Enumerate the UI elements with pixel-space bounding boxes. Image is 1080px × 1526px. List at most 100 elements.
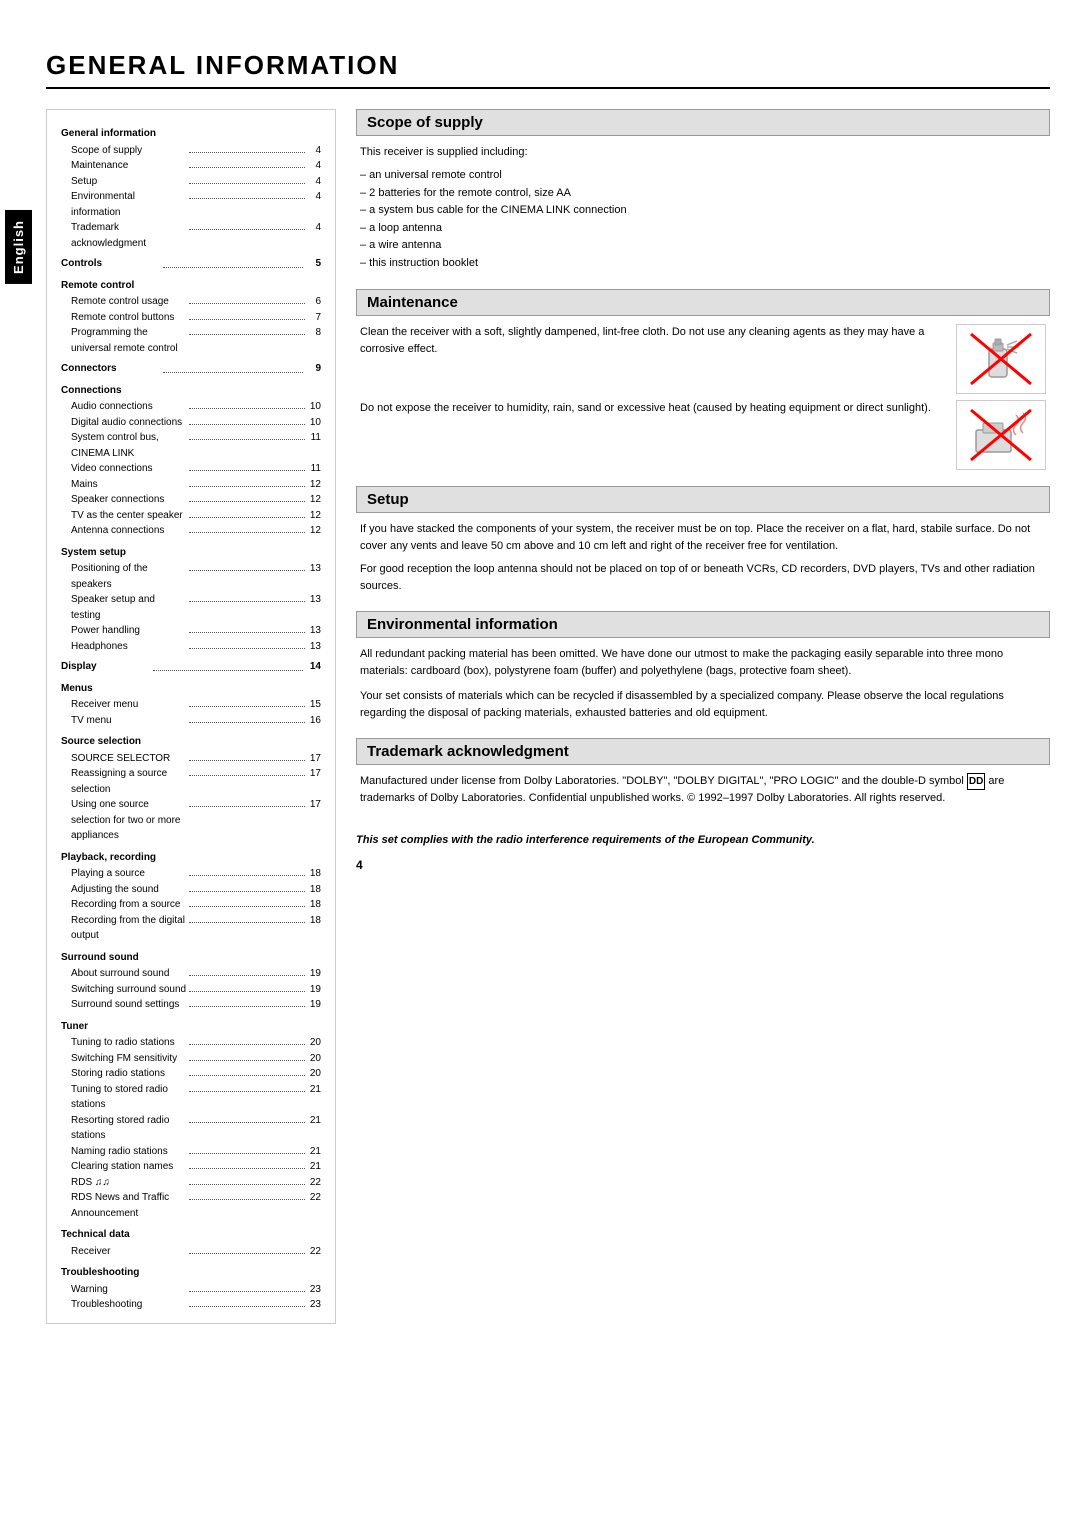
trademark-body: Manufactured under license from Dolby La… (356, 773, 1050, 808)
maintenance-body: Clean the receiver with a soft, slightly… (356, 324, 1050, 470)
page-number: 4 (356, 858, 1050, 872)
toc-entry: Switching surround sound 19 (61, 982, 321, 998)
list-item: – a system bus cable for the CINEMA LINK… (360, 202, 1046, 220)
toc-entry: Headphones 13 (61, 639, 321, 655)
toc-header-systemsetup: System setup (61, 545, 321, 561)
toc-entry: Using one source selection for two or mo… (61, 797, 321, 844)
env-p2: Your set consists of materials which can… (360, 688, 1046, 722)
toc-entry: Power handling 13 (61, 623, 321, 639)
toc-entry: Surround sound settings 19 (61, 997, 321, 1013)
toc-entry: Tuning to radio stations 20 (61, 1035, 321, 1051)
environmental-section: Environmental information All redundant … (356, 611, 1050, 722)
toc-header-technical: Technical data (61, 1227, 321, 1243)
main-content: GENERAL INFORMATION General information … (36, 30, 1080, 1496)
maintenance-inner: Clean the receiver with a soft, slightly… (360, 324, 1046, 394)
toc-entry: Mains 12 (61, 477, 321, 493)
language-label: English (5, 210, 32, 284)
maintenance-p1: Clean the receiver with a soft, slightly… (360, 324, 946, 358)
toc-entry: Recording from a source 18 (61, 897, 321, 913)
toc-entry: RDS News and Traffic Announcement 22 (61, 1190, 321, 1221)
toc-entry: Naming radio stations 21 (61, 1144, 321, 1160)
toc-entry: Positioning of the speakers 13 (61, 561, 321, 592)
toc-entry: Speaker connections 12 (61, 492, 321, 508)
toc-entry: Troubleshooting 23 (61, 1297, 321, 1313)
toc-header-source: Source selection (61, 734, 321, 750)
toc-entry: Scope of supply 4 (61, 143, 321, 159)
toc-entry: Setup 4 (61, 174, 321, 190)
toc-entry: RDS ♫♫ 22 (61, 1175, 321, 1191)
toc-header-remote: Remote control (61, 278, 321, 294)
toc-entry: Warning 23 (61, 1282, 321, 1298)
toc-entry: Antenna connections 12 (61, 523, 321, 539)
toc-main-connectors: Connectors 9 (61, 361, 321, 377)
toc-entry: Resorting stored radio stations 21 (61, 1113, 321, 1144)
toc-entry: Storing radio stations 20 (61, 1066, 321, 1082)
toc-entry: Maintenance 4 (61, 158, 321, 174)
toc-entry: TV menu 16 (61, 713, 321, 729)
toc-header-general: General information (61, 126, 321, 142)
scope-body: This receiver is supplied including: – a… (356, 144, 1050, 273)
setup-title: Setup (356, 486, 1050, 513)
setup-p1: If you have stacked the components of yo… (360, 521, 1046, 555)
toc-entry: Reassigning a source selection 17 (61, 766, 321, 797)
footer-text: This set complies with the radio interfe… (356, 832, 1050, 849)
toc-main-display: Display 14 (61, 659, 321, 675)
toc-entry: Environmental information 4 (61, 189, 321, 220)
maintenance-section: Maintenance Clean the receiver with a so… (356, 289, 1050, 470)
maintenance-p2: Do not expose the receiver to humidity, … (360, 400, 946, 417)
toc-entry: Trademark acknowledgment 4 (61, 220, 321, 251)
toc-entry: Tuning to stored radio stations 21 (61, 1082, 321, 1113)
maintenance-row2: Do not expose the receiver to humidity, … (360, 400, 1046, 470)
list-item: – an universal remote control (360, 167, 1046, 185)
maintenance-images (956, 324, 1046, 394)
list-item: – 2 batteries for the remote control, si… (360, 185, 1046, 203)
setup-section: Setup If you have stacked the components… (356, 486, 1050, 595)
no-heat-illustration (956, 400, 1046, 470)
toc-entry: Speaker setup and testing 13 (61, 592, 321, 623)
toc-entry: About surround sound 19 (61, 966, 321, 982)
no-cleaning-svg (961, 329, 1041, 389)
environmental-title: Environmental information (356, 611, 1050, 638)
maintenance-title: Maintenance (356, 289, 1050, 316)
trademark-title: Trademark acknowledgment (356, 738, 1050, 765)
two-col-layout: General information Scope of supply 4 Ma… (46, 109, 1050, 1324)
toc-entry: Adjusting the sound 18 (61, 882, 321, 898)
table-of-contents: General information Scope of supply 4 Ma… (46, 109, 336, 1324)
list-item: – a loop antenna (360, 220, 1046, 238)
toc-entry: Receiver 22 (61, 1244, 321, 1260)
toc-entry: Remote control buttons 7 (61, 310, 321, 326)
toc-entry: Clearing station names 21 (61, 1159, 321, 1175)
no-heat-svg (961, 405, 1041, 465)
toc-header-troubleshooting: Troubleshooting (61, 1265, 321, 1281)
toc-main-controls: Controls 5 (61, 256, 321, 272)
right-column: Scope of supply This receiver is supplie… (356, 109, 1050, 1324)
toc-entry: SOURCE SELECTOR 17 (61, 751, 321, 767)
side-tab: English (0, 30, 36, 1496)
toc-entry: Recording from the digital output 18 (61, 913, 321, 944)
scope-section: Scope of supply This receiver is supplie… (356, 109, 1050, 273)
env-p1: All redundant packing material has been … (360, 646, 1046, 680)
toc-entry: TV as the center speaker 12 (61, 508, 321, 524)
toc-entry: System control bus, CINEMA LINK 11 (61, 430, 321, 461)
list-item: – this instruction booklet (360, 255, 1046, 273)
page-title: GENERAL INFORMATION (46, 50, 1050, 89)
toc-entry: Video connections 11 (61, 461, 321, 477)
trademark-p1: Manufactured under license from Dolby La… (360, 773, 1046, 808)
no-cleaning-illustration (956, 324, 1046, 394)
maintenance-text: Clean the receiver with a soft, slightly… (360, 324, 946, 364)
toc-header-playback: Playback, recording (61, 850, 321, 866)
trademark-section: Trademark acknowledgment Manufactured un… (356, 738, 1050, 808)
setup-body: If you have stacked the components of yo… (356, 521, 1050, 595)
toc-entry: Remote control usage 6 (61, 294, 321, 310)
footer-compliance: This set complies with the radio interfe… (356, 832, 1050, 849)
toc-entry: Digital audio connections 10 (61, 415, 321, 431)
list-item: – a wire antenna (360, 237, 1046, 255)
scope-intro: This receiver is supplied including: (360, 144, 1046, 161)
toc-header-surround: Surround sound (61, 950, 321, 966)
toc-header-connections: Connections (61, 383, 321, 399)
toc-entry: Audio connections 10 (61, 399, 321, 415)
scope-title: Scope of supply (356, 109, 1050, 136)
environmental-body: All redundant packing material has been … (356, 646, 1050, 722)
toc-entry: Receiver menu 15 (61, 697, 321, 713)
dd-symbol: DD (967, 773, 985, 791)
